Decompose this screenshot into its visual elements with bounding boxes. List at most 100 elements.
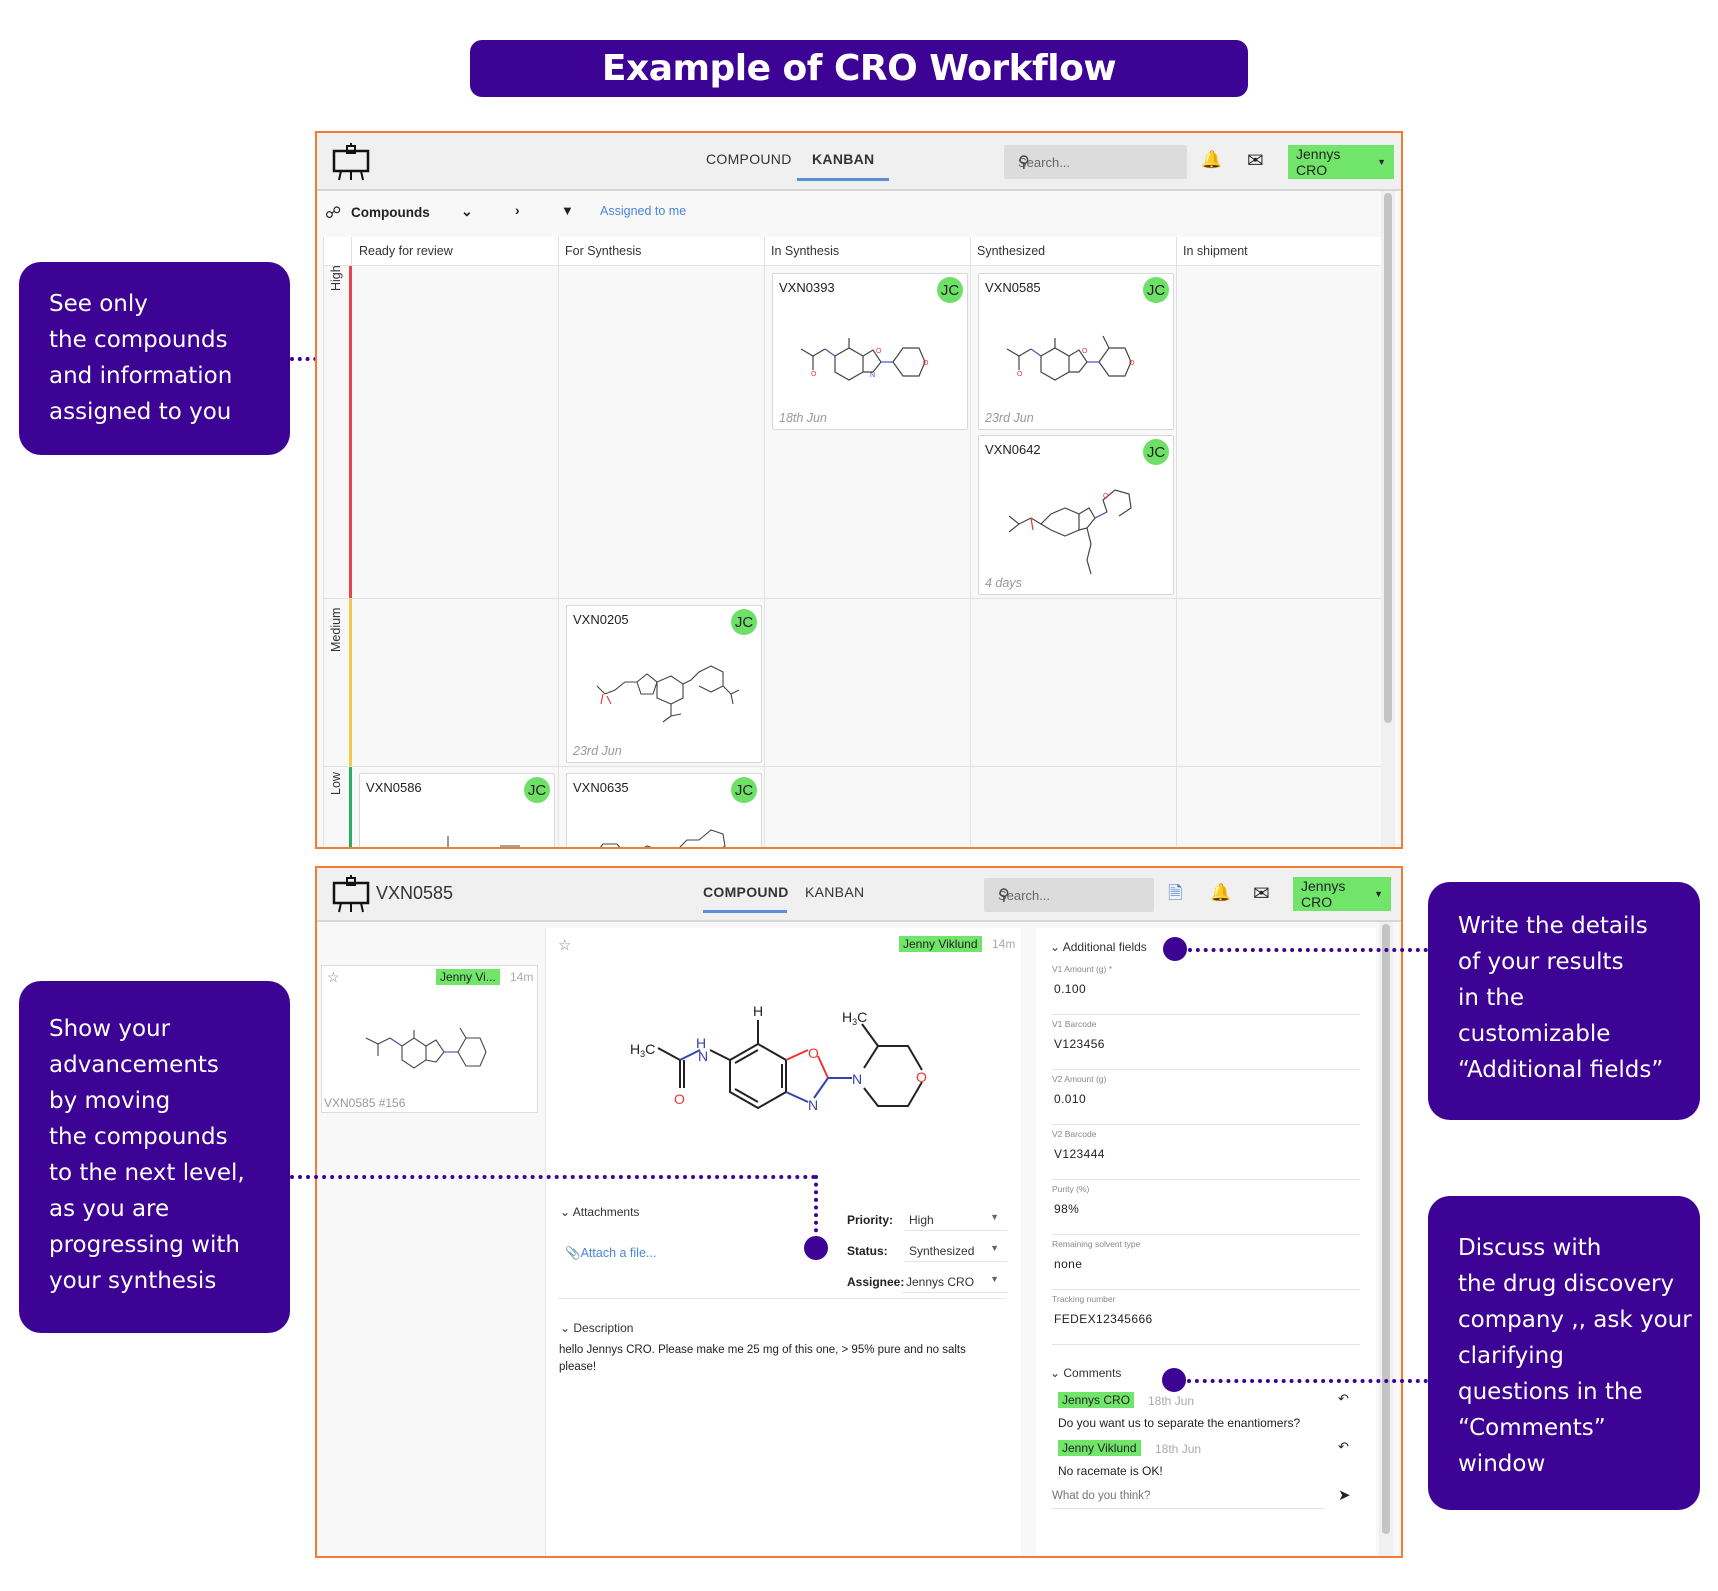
field-v2-amount[interactable]: V2 Amount (g) 0.010 — [1052, 1074, 1360, 1125]
field-value: V123444 — [1054, 1147, 1105, 1161]
tab-kanban[interactable]: KANBAN — [812, 151, 874, 167]
connector-dots — [290, 1175, 816, 1179]
callout-line: assigned to you — [49, 399, 232, 425]
card-date: 23rd Jun — [985, 411, 1034, 425]
compound-card[interactable]: VXN0586 JC — [359, 773, 555, 847]
send-icon[interactable]: ➤ — [1338, 1486, 1351, 1504]
compound-card[interactable]: VXN0635 JC — [566, 773, 762, 847]
field-tracking-number[interactable]: Tracking number FEDEX12345666 — [1052, 1294, 1360, 1345]
tab-compound[interactable]: COMPOUND — [703, 884, 789, 900]
field-value: 0.100 — [1054, 982, 1087, 996]
svg-text:N: N — [870, 372, 875, 379]
field-v1-barcode[interactable]: V1 Barcode V123456 — [1052, 1019, 1360, 1070]
user-name: Jennys CRO — [1296, 146, 1341, 178]
scrollbar-thumb[interactable] — [1384, 193, 1392, 723]
compound-card[interactable]: VXN0642 JC O 4 days — [978, 435, 1174, 595]
molecule-structure-large: H3C H N O H O N N O H3C — [630, 1003, 927, 1113]
svg-text:O: O — [1129, 360, 1135, 367]
attachments-section-toggle[interactable]: ⌄ Attachments — [560, 1205, 639, 1219]
thumbnail-caption: VXN0585 #156 — [324, 1096, 406, 1110]
field-remaining-solvent[interactable]: Remaining solvent type none — [1052, 1239, 1360, 1290]
mail-icon[interactable]: ✉ — [1247, 148, 1264, 173]
chevron-right-icon[interactable]: › — [515, 202, 520, 218]
connector-dots — [1188, 948, 1428, 952]
paperclip-icon: 📎 — [565, 1246, 581, 1260]
molecule-icon: ☍ — [325, 205, 342, 222]
tab-compound[interactable]: COMPOUND — [706, 151, 792, 167]
assignee-select[interactable]: Jennys CRO ▼ — [902, 1271, 1007, 1293]
filter-icon[interactable]: ▼ — [561, 203, 574, 218]
star-icon[interactable]: ☆ — [558, 936, 571, 954]
molecule-structure-image: O O N O — [800, 338, 929, 381]
app-logo-easel-icon[interactable] — [331, 875, 371, 913]
search-input[interactable]: Search... ⚲ — [1004, 145, 1187, 179]
field-v1-amount[interactable]: V1 Amount (g) * 0.100 — [1052, 964, 1360, 1015]
callout-line: window — [1458, 1451, 1546, 1477]
search-icon[interactable]: ⚲ — [1018, 152, 1177, 172]
connector-dot — [1163, 937, 1187, 961]
search-input[interactable]: Search... ⚲ — [984, 878, 1154, 912]
compound-thumbnail-card[interactable]: ☆ Jenny Vi... 14m VXN0585 #156 — [321, 965, 538, 1113]
callout-comments: Discuss with the drug discovery company … — [1428, 1196, 1700, 1510]
assignee-value: Jennys CRO — [906, 1275, 975, 1289]
chevron-down-icon: ⌄ — [1050, 940, 1063, 954]
search-icon[interactable]: ⚲ — [998, 885, 1144, 905]
scrollbar-thumb[interactable] — [1382, 924, 1390, 1534]
svg-text:O: O — [808, 1045, 819, 1061]
reply-icon[interactable]: ↶ — [1338, 1439, 1349, 1455]
field-label: Tracking number — [1052, 1294, 1116, 1304]
reply-icon[interactable]: ↶ — [1338, 1391, 1349, 1407]
svg-text:O: O — [876, 348, 882, 355]
app-logo-easel-icon[interactable] — [331, 143, 371, 181]
comments-toggle[interactable]: ⌄ Comments — [1050, 1366, 1121, 1380]
active-tab-indicator — [797, 178, 889, 181]
user-menu[interactable]: Jennys CRO ▼ — [1288, 145, 1394, 179]
column-in-synthesis: In Synthesis — [771, 244, 840, 258]
assigned-to-me-filter[interactable]: Assigned to me — [600, 204, 686, 218]
export-file-icon[interactable]: 🗎 — [1168, 881, 1182, 911]
callout-line: “Comments” — [1458, 1415, 1606, 1441]
status-select[interactable]: Synthesized ▼ — [905, 1240, 1007, 1262]
caret-down-icon: ▼ — [1374, 889, 1383, 899]
field-label: Purity (%) — [1052, 1184, 1090, 1194]
priority-select[interactable]: High ▼ — [905, 1209, 1007, 1231]
attach-file-link[interactable]: 📎Attach a file... — [565, 1246, 656, 1261]
grid-line — [323, 598, 1383, 599]
field-purity[interactable]: Purity (%) 98% — [1052, 1184, 1360, 1235]
field-value: 98% — [1054, 1202, 1080, 1216]
user-menu[interactable]: Jennys CRO ▼ — [1293, 877, 1391, 911]
comment-input[interactable] — [1052, 1484, 1324, 1509]
svg-text:O: O — [1082, 348, 1088, 355]
field-value: FEDEX12345666 — [1054, 1312, 1153, 1326]
callout-line: your synthesis — [49, 1268, 217, 1294]
compound-card[interactable]: VXN0585 JC OOO 23rd Jun — [978, 273, 1174, 430]
callout-advance: Show your advancements by moving the com… — [19, 981, 290, 1333]
column-ready-for-review: Ready for review — [359, 244, 453, 258]
svg-text:H3C: H3C — [630, 1041, 655, 1059]
field-v2-barcode[interactable]: V2 Barcode V123444 — [1052, 1129, 1360, 1180]
compound-screenshot: VXN0585 COMPOUND KANBAN Search... ⚲ 🗎 🔔 … — [315, 866, 1403, 1558]
priority-bar-high — [349, 266, 352, 598]
tab-kanban[interactable]: KANBAN — [805, 884, 864, 900]
mail-icon[interactable]: ✉ — [1253, 881, 1270, 906]
bell-icon[interactable]: 🔔 — [1210, 883, 1231, 903]
chevron-down-icon[interactable]: ⌄ — [461, 203, 473, 220]
connector-dot — [804, 1236, 828, 1260]
column-synthesized: Synthesized — [977, 244, 1046, 258]
molecule-structure-image: O — [1008, 489, 1132, 575]
callout-line: the compounds — [49, 327, 228, 353]
bell-icon[interactable]: 🔔 — [1201, 150, 1222, 170]
column-in-shipment: In shipment — [1183, 244, 1248, 258]
collection-selector[interactable]: Compounds — [351, 205, 430, 220]
additional-fields-toggle[interactable]: ⌄ Additional fields — [1050, 940, 1147, 954]
description-section-toggle[interactable]: ⌄ Description — [560, 1321, 633, 1335]
field-label: V2 Amount (g) — [1052, 1074, 1107, 1084]
assignee-label: Assignee: — [847, 1275, 905, 1289]
compound-card[interactable]: VXN0205 JC 23rd Jun — [566, 605, 762, 763]
attachments-label: Attachments — [572, 1205, 640, 1219]
compound-card[interactable]: VXN0393 JC OONO 18th Jun — [772, 273, 968, 430]
comment-date: 18th Jun — [1155, 1442, 1202, 1456]
grid-line — [323, 766, 1383, 767]
user-name: Jennys CRO — [1301, 878, 1346, 910]
callout-line: clarifying — [1458, 1343, 1564, 1369]
